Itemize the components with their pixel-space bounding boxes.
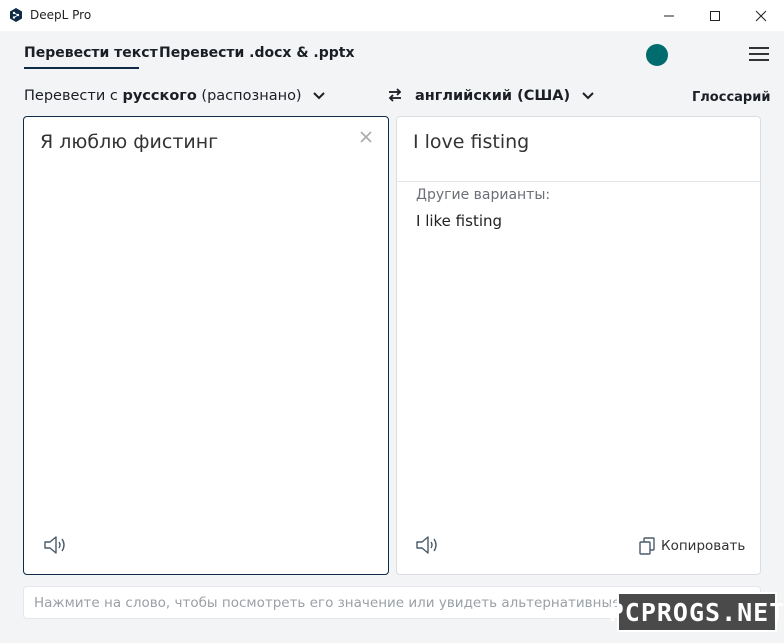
copy-button[interactable]: Копировать [639,537,745,555]
minimize-icon [664,15,674,16]
title-bar: DeepL Pro [0,0,784,31]
tabs-bar: Перевести текст Перевести .docx & .pptx [0,31,784,76]
swap-languages-icon[interactable] [387,87,403,103]
source-language-detected: (распознано) [196,88,302,104]
hamburger-menu-icon[interactable] [749,47,769,63]
target-language-selector[interactable]: английский (США) [415,88,595,104]
source-language-prefix: Перевести с [24,88,123,104]
watermark-logo: PCPROGS.NET [609,592,784,632]
source-panel[interactable]: Я люблю фистинг [23,116,389,575]
target-panel: I love fisting Другие варианты: I like f… [396,116,761,575]
window-title: DeepL Pro [30,8,92,22]
copy-label: Копировать [661,538,746,554]
source-language-name: русского [122,88,197,104]
glossary-button[interactable]: Глоссарий [692,90,770,105]
tab-translate-documents[interactable]: Перевести .docx & .pptx [159,45,355,61]
chevron-down-icon [313,92,325,100]
speaker-icon[interactable] [43,534,67,556]
watermark-text: PCPROGS.NET [608,597,784,627]
active-tab-indicator [24,67,139,69]
alternative-item[interactable]: I like fisting [416,212,502,230]
target-language-name: английский (США) [415,88,571,104]
copy-icon [639,537,655,555]
clear-text-icon[interactable] [358,129,374,145]
speaker-icon[interactable] [415,534,439,556]
hint-text: Нажмите на слово, чтобы посмотреть его з… [34,595,651,611]
chevron-down-icon [582,92,594,100]
translation-text[interactable]: I love fisting [413,131,529,153]
alternatives-label: Другие варианты: [416,187,551,203]
divider [397,181,760,182]
source-text-input[interactable]: Я люблю фистинг [40,131,218,153]
account-avatar[interactable] [646,44,668,66]
language-bar: Перевести с русского (распознано) англий… [0,76,784,116]
minimize-button[interactable] [646,0,692,31]
close-button[interactable] [738,0,784,31]
maximize-button[interactable] [692,0,738,31]
close-icon [755,10,767,21]
source-language-selector[interactable]: Перевести с русского (распознано) [24,88,326,104]
deepl-logo-icon [10,8,22,22]
tab-translate-text[interactable]: Перевести текст [24,45,158,61]
maximize-icon [710,10,720,21]
